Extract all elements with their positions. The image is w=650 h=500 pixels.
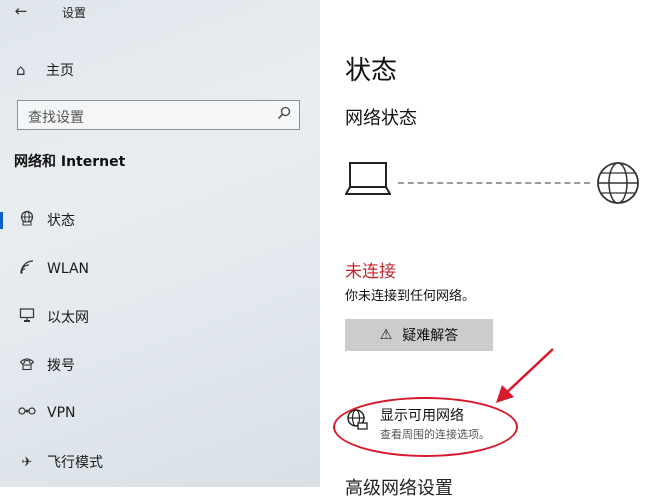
connection-status: 未连接: [345, 262, 396, 282]
troubleshoot-button[interactable]: ⚠ 疑难解答: [345, 319, 493, 351]
annotation-arrow: [490, 345, 560, 411]
globe-icon: [595, 160, 641, 210]
vpn-icon: [18, 405, 36, 421]
active-indicator: [0, 212, 3, 229]
sidebar-item-label: 拨号: [47, 358, 75, 374]
connection-dash-line: [398, 182, 590, 184]
search-input[interactable]: 查找设置: [17, 100, 300, 130]
sidebar-item-status[interactable]: 状态: [0, 205, 320, 235]
home-label: 主页: [46, 63, 74, 79]
dialup-icon: [18, 355, 36, 375]
sidebar-item-label: WLAN: [47, 261, 90, 277]
sidebar-item-label: 飞行模式: [47, 455, 103, 471]
sidebar-item-dialup[interactable]: 拨号: [0, 350, 320, 380]
home-nav[interactable]: ⌂ 主页: [16, 58, 74, 82]
sidebar-item-ethernet[interactable]: 以太网: [0, 302, 320, 332]
search-icon[interactable]: [277, 106, 291, 124]
airplane-icon: ✈: [21, 454, 33, 470]
sidebar-item-label: 状态: [47, 213, 75, 229]
network-status-heading: 网络状态: [345, 108, 417, 129]
status-icon: [18, 210, 36, 230]
advanced-settings-heading: 高级网络设置: [345, 478, 453, 499]
sidebar-item-vpn[interactable]: VPN: [0, 398, 320, 428]
page-title: 状态: [345, 56, 398, 86]
sidebar-item-airplane[interactable]: ✈ 飞行模式: [0, 447, 320, 477]
ethernet-icon: [18, 307, 36, 327]
wlan-icon: [18, 259, 36, 279]
search-placeholder: 查找设置: [28, 110, 84, 126]
home-icon: ⌂: [16, 61, 26, 79]
laptop-icon: [344, 160, 392, 204]
connection-status-desc: 你未连接到任何网络。: [345, 289, 476, 304]
sidebar-item-wlan[interactable]: WLAN: [0, 254, 320, 284]
warning-icon: ⚠: [379, 327, 393, 343]
app-title: 设置: [62, 6, 87, 20]
back-arrow-icon[interactable]: ←: [10, 2, 32, 20]
settings-sidebar: ← 设置 ⌂ 主页 查找设置 网络和 Internet 状态 WLAN 以太网: [0, 0, 320, 487]
sidebar-item-label: VPN: [47, 405, 76, 421]
section-title: 网络和 Internet: [14, 154, 126, 170]
title-bar: ← 设置: [0, 0, 320, 26]
sidebar-item-label: 以太网: [47, 310, 89, 326]
troubleshoot-label: 疑难解答: [402, 328, 459, 344]
